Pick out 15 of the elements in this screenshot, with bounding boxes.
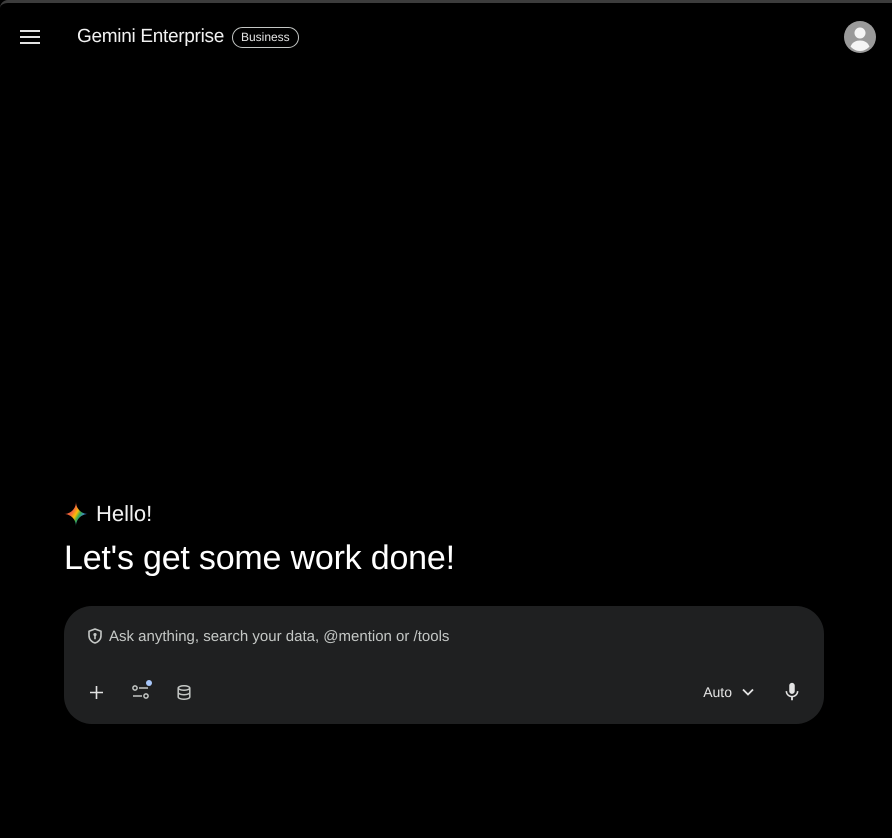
headline: Let's get some work done! <box>64 538 455 579</box>
hello-text: Hello! <box>96 501 152 527</box>
plus-icon <box>90 686 102 698</box>
app-title: Gemini Enterprise <box>77 26 224 48</box>
account-button[interactable] <box>844 21 876 53</box>
model-dropdown[interactable]: Auto <box>691 674 762 710</box>
avatar-icon <box>844 21 876 53</box>
sparkle-icon <box>64 502 88 526</box>
chevron-down-icon <box>742 688 754 696</box>
database-icon <box>177 684 191 700</box>
shield-icon <box>88 628 102 644</box>
prompt-input[interactable]: Ask anything, search your data, @mention or /tools <box>109 624 810 648</box>
sliders-icon <box>132 685 148 699</box>
plan-badge: Business <box>232 26 299 48</box>
menu-icon <box>20 30 40 44</box>
